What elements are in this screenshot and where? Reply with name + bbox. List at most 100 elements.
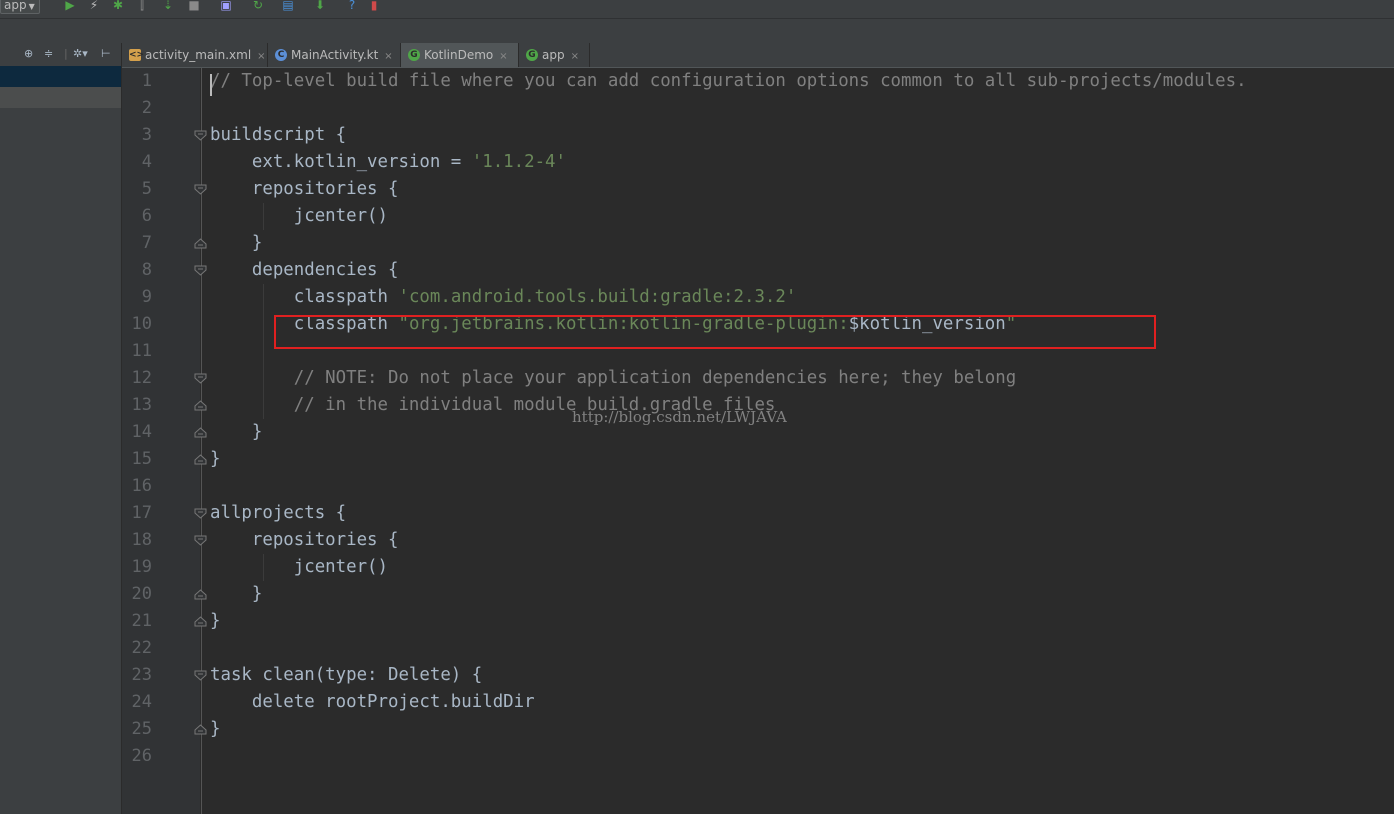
line-number: 16 [131, 476, 152, 496]
code-text: ext.kotlin_version = [210, 152, 472, 172]
debug-icon[interactable]: ✱ [110, 0, 126, 13]
fold-open-icon[interactable] [194, 184, 207, 195]
project-structure-icon[interactable]: ▤ [280, 0, 296, 13]
close-icon[interactable]: × [384, 51, 392, 62]
line-number: 19 [131, 557, 152, 577]
main-toolbar: app ▼ ▶ ⚡ ✱ ⫿ ⇣ ■ ▣ ↻ ▤ ⬇ ? ▮ [0, 0, 1394, 19]
xml-file-icon: <> [129, 48, 145, 61]
pin-icon[interactable]: ⊢ [101, 47, 111, 60]
project-tool-window-header: ⊕ ≑ | ✲▾ ⊢ [0, 43, 121, 67]
code-line[interactable]: } [210, 716, 220, 743]
code-line[interactable]: buildscript { [210, 122, 346, 149]
editor-tabs: <>activity_main.xml × C MainActivity.kt × G… [122, 43, 1394, 68]
help-icon[interactable]: ? [344, 0, 360, 13]
tab-app[interactable]: Gapp × [519, 43, 590, 67]
code-line[interactable]: repositories { [210, 176, 399, 203]
code-line[interactable]: delete rootProject.buildDir [210, 689, 535, 716]
line-number: 15 [131, 449, 152, 469]
line-number: 11 [131, 341, 152, 361]
code-string: 'com.android.tools.build:gradle:2.3.2' [398, 287, 797, 307]
fold-close-icon[interactable] [194, 589, 207, 600]
fold-close-icon[interactable] [194, 427, 207, 438]
project-tree-item-selected[interactable] [0, 66, 121, 87]
fold-open-icon[interactable] [194, 535, 207, 546]
code-text: } [210, 449, 221, 469]
fold-open-icon[interactable] [194, 265, 207, 276]
code-line[interactable]: allprojects { [210, 500, 346, 527]
close-icon[interactable]: × [571, 51, 579, 62]
gear-icon[interactable]: ✲▾ [73, 47, 88, 60]
code-line[interactable]: } [210, 419, 262, 446]
code-text: delete rootProject.buildDir [210, 692, 535, 712]
run-configuration-dropdown[interactable]: app ▼ [0, 0, 40, 14]
code-line[interactable]: } [210, 230, 262, 257]
code-line[interactable]: // NOTE: Do not place your application d… [210, 365, 1016, 392]
fold-open-icon[interactable] [194, 373, 207, 384]
tab-activity-main-xml[interactable]: <>activity_main.xml × [122, 43, 268, 67]
code-line[interactable]: // Top-level build file where you can ad… [210, 68, 1247, 95]
code-text: buildscript { [210, 125, 347, 145]
watermark: http://blog.csdn.net/LWJAVA [572, 408, 787, 426]
code-comment: // NOTE: Do not place your application d… [210, 368, 1017, 388]
code-text: task clean(type: Delete) { [210, 665, 483, 685]
close-icon[interactable]: × [257, 51, 265, 62]
fold-close-icon[interactable] [194, 724, 207, 735]
sync-gradle-icon[interactable]: ↻ [250, 0, 266, 13]
code-line[interactable]: } [210, 608, 220, 635]
device-monitor-icon[interactable]: ▮ [366, 0, 382, 13]
code-text: } [210, 233, 263, 253]
code-text: allprojects { [210, 503, 347, 523]
tab-label: app [542, 48, 565, 62]
profile-icon[interactable]: ⫿ [134, 0, 150, 13]
project-tree-item[interactable] [0, 87, 121, 108]
project-tool-window: ⊕ ≑ | ✲▾ ⊢ [0, 43, 122, 814]
line-number: 13 [131, 395, 152, 415]
tab-kotlindemo[interactable]: G KotlinDemo × [401, 43, 519, 67]
collapse-icon[interactable]: ≑ [44, 47, 53, 60]
gradle-icon: G [526, 48, 538, 61]
line-number: 9 [141, 287, 152, 307]
fold-open-icon[interactable] [194, 130, 207, 141]
code-line[interactable]: jcenter() [210, 554, 388, 581]
code-line[interactable]: classpath 'com.android.tools.build:gradl… [210, 284, 797, 311]
line-number: 23 [131, 665, 152, 685]
line-number: 7 [141, 233, 152, 253]
line-number: 26 [131, 746, 152, 766]
code-line[interactable]: } [210, 446, 220, 473]
instant-run-icon[interactable]: ⚡ [86, 0, 102, 13]
code-text: repositories { [210, 530, 399, 550]
code-text: } [210, 719, 221, 739]
attach-debugger-icon[interactable]: ⇣ [160, 0, 176, 13]
sdk-manager-icon[interactable]: ⬇ [312, 0, 328, 13]
target-icon[interactable]: ⊕ [24, 47, 33, 60]
run-icon[interactable]: ▶ [62, 0, 78, 13]
tab-label: KotlinDemo [424, 48, 494, 62]
fold-close-icon[interactable] [194, 400, 207, 411]
code-line[interactable]: ext.kotlin_version = '1.1.2-4' [210, 149, 566, 176]
line-number: 21 [131, 611, 152, 631]
code-text: jcenter() [210, 557, 388, 577]
line-number: 8 [141, 260, 152, 280]
line-number: 10 [131, 314, 152, 334]
run-configuration-label: app [4, 0, 27, 12]
fold-open-icon[interactable] [194, 670, 207, 681]
code-line[interactable]: jcenter() [210, 203, 388, 230]
fold-close-icon[interactable] [194, 454, 207, 465]
line-number: 18 [131, 530, 152, 550]
tab-mainactivity-kt[interactable]: C MainActivity.kt × [268, 43, 401, 67]
code-text: } [210, 422, 263, 442]
code-text: repositories { [210, 179, 399, 199]
avd-manager-icon[interactable]: ▣ [218, 0, 234, 13]
fold-open-icon[interactable] [194, 508, 207, 519]
chevron-down-icon: ▼ [28, 2, 35, 11]
code-text: jcenter() [210, 206, 388, 226]
code-line[interactable]: } [210, 581, 262, 608]
line-number: 4 [141, 152, 152, 172]
stop-icon[interactable]: ■ [186, 0, 202, 13]
fold-close-icon[interactable] [194, 616, 207, 627]
fold-close-icon[interactable] [194, 238, 207, 249]
code-line[interactable]: repositories { [210, 527, 399, 554]
code-line[interactable]: dependencies { [210, 257, 399, 284]
code-line[interactable]: task clean(type: Delete) { [210, 662, 482, 689]
close-icon[interactable]: × [499, 51, 507, 62]
